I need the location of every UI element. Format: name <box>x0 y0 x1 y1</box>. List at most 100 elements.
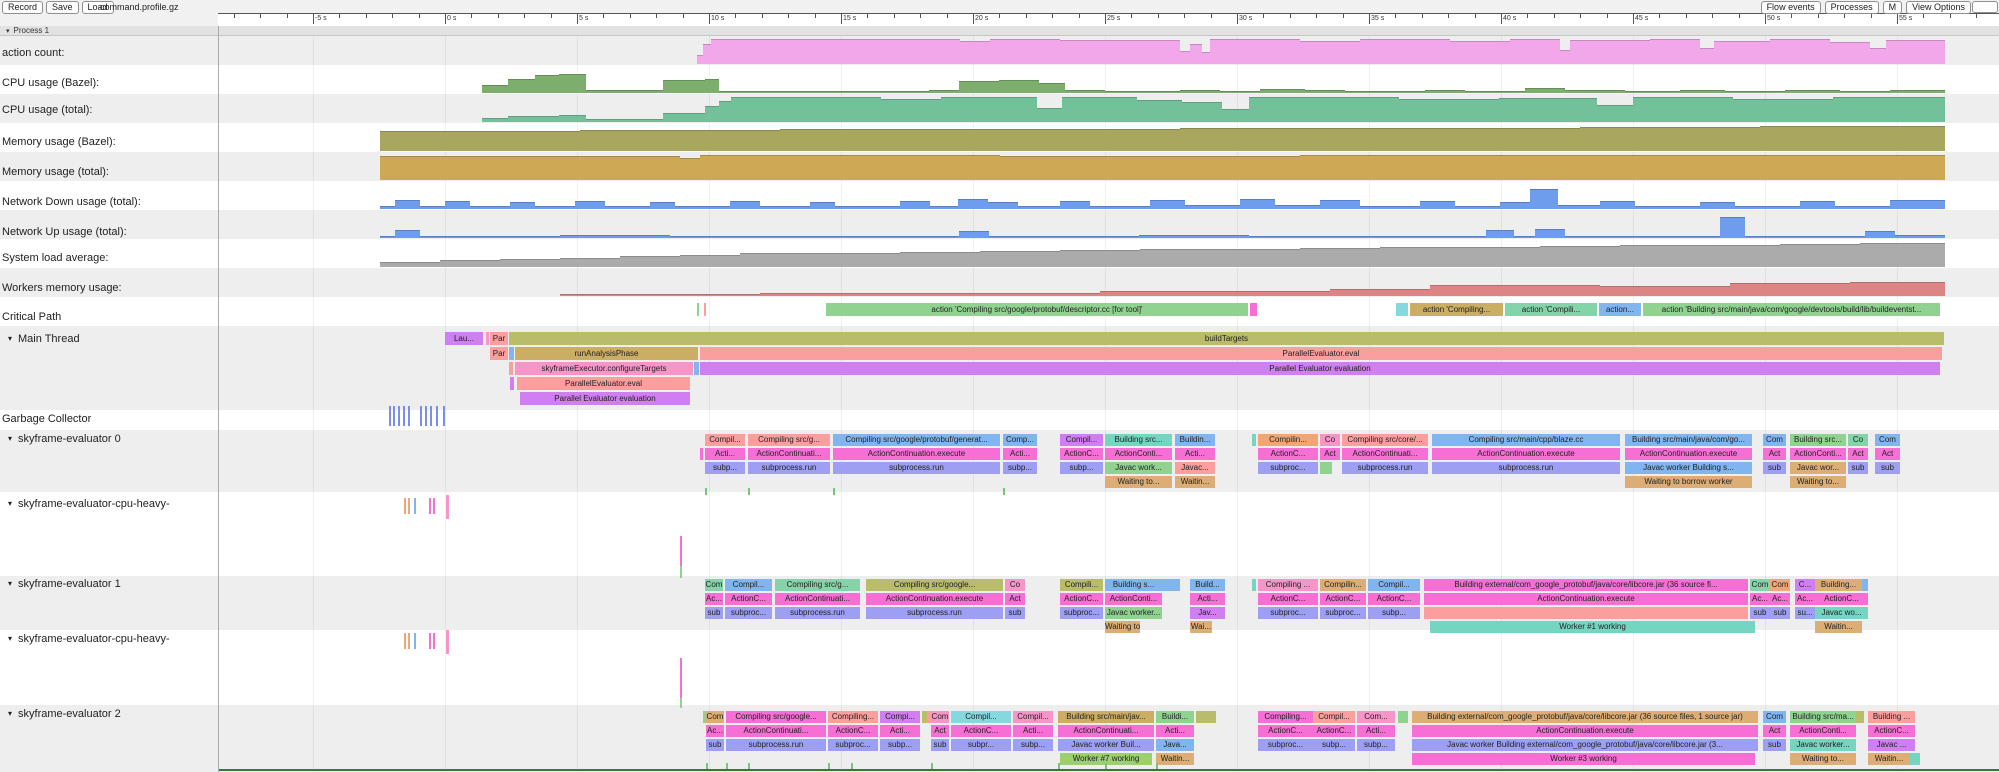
trace-event-bar[interactable]: subp... <box>705 462 745 474</box>
trace-event-bar[interactable]: Java... <box>1156 739 1194 751</box>
collapse-arrow-icon[interactable]: ▾ <box>8 434 12 443</box>
trace-event-bar[interactable]: ActionC... <box>1258 725 1313 737</box>
instant-event-tick[interactable] <box>446 495 449 519</box>
trace-event-bar[interactable]: Com <box>931 711 949 723</box>
trace-event-bar[interactable]: sub <box>706 739 724 751</box>
track-label-skyframe-evaluator-1[interactable]: ▾skyframe-evaluator 1 <box>8 578 121 590</box>
trace-event-bar[interactable]: Waitin... <box>1156 753 1194 765</box>
trace-event-bar[interactable]: ActionConti... <box>1790 448 1846 460</box>
track-label-skyframe-evaluator-0[interactable]: ▾skyframe-evaluator 0 <box>8 433 121 445</box>
instant-event-tick[interactable] <box>408 406 410 426</box>
trace-event-bar[interactable]: ActionC... <box>1060 448 1103 460</box>
trace-event-bar[interactable] <box>1252 579 1256 591</box>
trace-event-bar[interactable]: subproc... <box>828 739 878 751</box>
trace-event-bar[interactable]: Compiling src/g... <box>775 579 860 591</box>
trace-event-bar[interactable]: runAnalysisPhase <box>515 347 698 360</box>
instant-event-tick[interactable] <box>705 488 707 495</box>
trace-event-bar[interactable]: Building... <box>1815 579 1862 591</box>
instant-event-tick[interactable] <box>430 406 432 426</box>
trace-event-bar[interactable]: subproc... <box>1258 462 1318 474</box>
trace-event-bar[interactable]: subpr... <box>951 739 1011 751</box>
trace-event-bar[interactable]: ActionContinuation.execute <box>1412 725 1758 737</box>
process-header[interactable]: ▾Process 1 <box>0 26 1999 36</box>
trace-event-bar[interactable]: action 'Compiling src/google/protobuf/de… <box>826 303 1248 316</box>
trace-event-bar[interactable]: Waiting to... <box>1790 476 1846 488</box>
collapse-arrow-icon[interactable]: ▾ <box>8 334 12 343</box>
time-ruler[interactable]: -5 s0 s5 s10 s15 s20 s25 s30 s35 s40 s45… <box>218 13 1999 26</box>
trace-event-bar[interactable]: Ac... <box>706 725 724 737</box>
trace-event-bar[interactable]: ActionContinuation.execute <box>1625 448 1752 460</box>
trace-event-bar[interactable]: Javac ... <box>1868 739 1915 751</box>
trace-event-bar[interactable]: Compil... <box>1368 579 1420 591</box>
trace-event-bar[interactable]: Compiling src/main/cpp/blaze.cc <box>1432 434 1620 446</box>
trace-event-bar[interactable]: ActionC... <box>725 593 772 605</box>
trace-event-bar[interactable]: subp... <box>1003 462 1037 474</box>
instant-event-tick[interactable] <box>414 633 416 649</box>
trace-event-bar[interactable]: action... <box>1599 303 1641 316</box>
instant-event-tick[interactable] <box>389 406 391 426</box>
trace-event-bar[interactable]: sub <box>1770 607 1790 619</box>
trace-event-bar[interactable]: Compil... <box>725 579 772 591</box>
trace-event-bar[interactable]: Acti... <box>1190 593 1225 605</box>
trace-event-bar[interactable]: ActionC... <box>1258 448 1318 460</box>
trace-event-bar[interactable]: Compi... <box>880 711 920 723</box>
instant-event-tick[interactable] <box>433 633 435 649</box>
trace-event-bar[interactable] <box>1398 711 1408 723</box>
trace-event-bar[interactable]: C... <box>1795 579 1815 591</box>
trace-event-bar[interactable]: su... <box>1795 607 1815 619</box>
trace-event-bar[interactable]: Javac worker Building s... <box>1625 462 1752 474</box>
trace-event-bar[interactable]: Acti... <box>1156 725 1194 737</box>
trace-event-bar[interactable]: Buildi... <box>1156 711 1194 723</box>
trace-event-bar[interactable] <box>509 347 514 360</box>
trace-event-bar[interactable]: Javac worker Building external/com_googl… <box>1412 739 1758 751</box>
trace-event-bar[interactable]: Com... <box>1357 711 1395 723</box>
view-options-button[interactable]: View Options <box>1906 1 1971 14</box>
trace-event-bar[interactable]: subp... <box>1368 607 1420 619</box>
trace-event-bar[interactable]: Acti... <box>1003 448 1037 460</box>
trace-event-bar[interactable]: Building src... <box>1790 434 1846 446</box>
trace-event-bar[interactable]: ActionC... <box>828 725 878 737</box>
trace-event-bar[interactable]: subp... <box>1313 739 1355 751</box>
trace-event-bar[interactable]: ActionC... <box>1313 725 1355 737</box>
save-button[interactable]: Save <box>46 1 79 14</box>
trace-event-bar[interactable] <box>509 362 513 375</box>
trace-event-bar[interactable] <box>1856 711 1864 723</box>
trace-event-bar[interactable]: Waiting to... <box>1105 476 1172 488</box>
trace-event-bar[interactable]: ActionContinuati... <box>748 448 830 460</box>
trace-event-bar[interactable]: sub <box>1848 462 1868 474</box>
trace-event-bar[interactable]: Javac worker... <box>1105 607 1162 619</box>
instant-event-tick[interactable] <box>1003 488 1005 495</box>
trace-event-bar[interactable]: Compil... <box>705 434 745 446</box>
trace-event-bar[interactable]: sub <box>1005 607 1025 619</box>
trace-event-bar[interactable] <box>694 362 699 375</box>
trace-event-bar[interactable]: Com <box>1763 711 1786 723</box>
trace-event-bar[interactable]: Worker #1 working <box>1430 621 1755 633</box>
trace-event-bar[interactable]: subprocess.run <box>1342 462 1428 474</box>
trace-event-bar[interactable]: Act <box>1875 448 1900 460</box>
metrics-button[interactable]: M <box>1883 1 1903 14</box>
trace-event-bar[interactable]: sub <box>1763 462 1786 474</box>
trace-event-bar[interactable]: Acti... <box>1013 725 1053 737</box>
trace-event-bar[interactable]: Com <box>1875 434 1900 446</box>
trace-event-bar[interactable]: Com <box>1763 434 1786 446</box>
trace-event-bar[interactable] <box>486 332 489 345</box>
instant-event-tick[interactable] <box>429 498 431 514</box>
trace-event-bar[interactable]: subproc... <box>1258 607 1318 619</box>
trace-event-bar[interactable]: Act <box>931 725 949 737</box>
trace-event-bar[interactable]: Building s... <box>1105 579 1162 591</box>
trace-event-bar[interactable]: Compiling... <box>828 711 878 723</box>
trace-event-bar[interactable]: Building src/main/java/com/go... <box>1625 434 1752 446</box>
trace-event-bar[interactable]: subp... <box>1060 462 1103 474</box>
trace-event-bar[interactable]: Compil... <box>951 711 1011 723</box>
trace-event-bar[interactable]: subproc... <box>1320 607 1366 619</box>
trace-event-bar[interactable] <box>1250 303 1257 316</box>
trace-event-bar[interactable]: Waitin... <box>1175 476 1215 488</box>
trace-event-bar[interactable]: Act <box>1763 448 1786 460</box>
trace-event-bar[interactable]: ActionContinuation.execute <box>1432 448 1620 460</box>
trace-event-bar[interactable] <box>1862 579 1868 591</box>
trace-event-bar[interactable]: Javac... <box>1175 462 1215 474</box>
instant-event-tick[interactable] <box>443 406 445 426</box>
trace-event-bar[interactable]: Building src... <box>1105 434 1172 446</box>
trace-event-bar[interactable]: subproc... <box>725 607 772 619</box>
trace-event-bar[interactable]: Javac work... <box>1105 462 1172 474</box>
